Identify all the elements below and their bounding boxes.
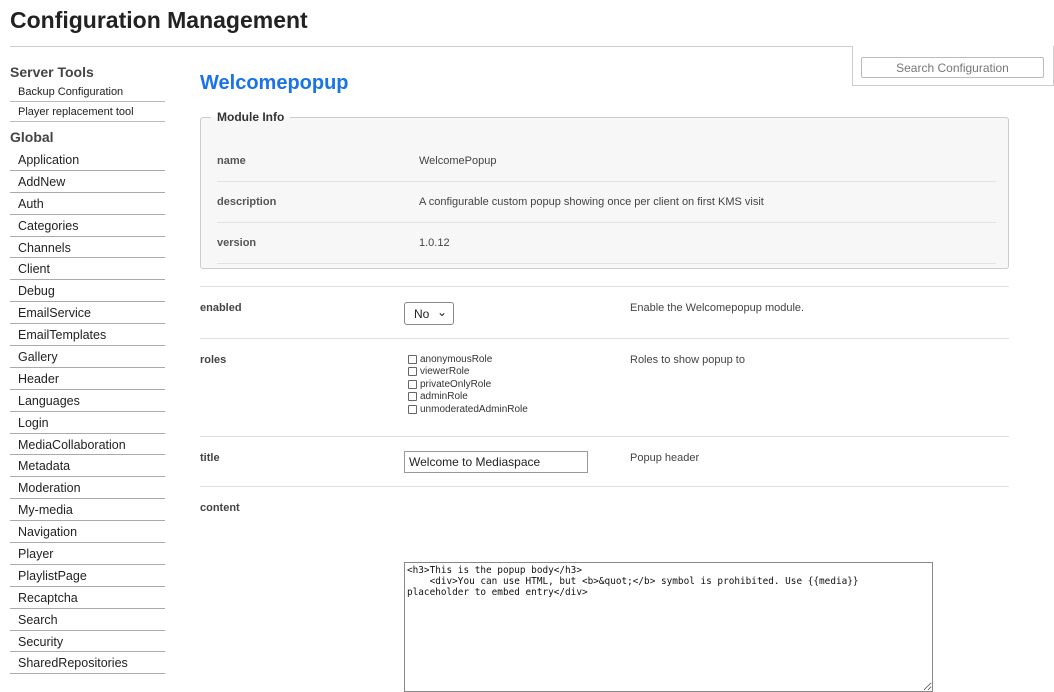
- sidebar-item-backup-configuration[interactable]: Backup Configuration: [10, 82, 165, 102]
- sidebar: Server Tools Backup Configuration Player…: [10, 62, 165, 675]
- sidebar-item-debug[interactable]: Debug: [10, 280, 165, 303]
- search-configuration-input[interactable]: [861, 57, 1044, 78]
- checkbox[interactable]: [408, 404, 417, 414]
- sidebar-item-metadata[interactable]: Metadata: [10, 455, 165, 478]
- sidebar-item-sharedrepositories[interactable]: SharedRepositories: [10, 652, 165, 675]
- sidebar-item-player[interactable]: Player: [10, 543, 165, 565]
- field-description: Popup header: [630, 452, 700, 464]
- sidebar-item-auth[interactable]: Auth: [10, 193, 165, 215]
- sidebar-item-emailtemplates[interactable]: EmailTemplates: [10, 324, 165, 347]
- role-label: adminRole: [420, 391, 468, 403]
- title-input[interactable]: [404, 451, 588, 473]
- module-title: Welcomepopup: [200, 72, 349, 94]
- module-info-legend: Module Info: [217, 110, 285, 124]
- checkbox[interactable]: [408, 379, 417, 389]
- checkbox[interactable]: [408, 367, 417, 377]
- sidebar-item-addnew[interactable]: AddNew: [10, 171, 165, 193]
- sidebar-item-player-replacement-tool[interactable]: Player replacement tool: [10, 102, 165, 122]
- sidebar-header-global: Global: [10, 129, 54, 145]
- field-label: content: [200, 502, 240, 514]
- info-row-name: name WelcomePopup: [217, 141, 996, 182]
- sidebar-item-emailservice[interactable]: EmailService: [10, 302, 165, 325]
- sidebar-item-header[interactable]: Header: [10, 368, 165, 390]
- field-label: roles: [200, 354, 227, 366]
- content-textarea[interactable]: <h3>This is the popup body</h3> <div>You…: [404, 562, 933, 692]
- sidebar-item-gallery[interactable]: Gallery: [10, 346, 165, 368]
- enabled-select-value: No: [414, 307, 430, 321]
- sidebar-item-application[interactable]: Application: [10, 149, 165, 171]
- field-row-roles: roles anonymousRole viewerRole privateOn…: [200, 338, 1009, 437]
- checkbox[interactable]: [408, 354, 417, 364]
- sidebar-item-mediacollaboration[interactable]: MediaCollaboration: [10, 434, 165, 456]
- sidebar-item-categories[interactable]: Categories: [10, 215, 165, 237]
- info-row-description: description A configurable custom popup …: [217, 182, 996, 223]
- sidebar-item-navigation[interactable]: Navigation: [10, 521, 165, 544]
- info-key: version: [217, 237, 257, 249]
- sidebar-item-channels[interactable]: Channels: [10, 237, 165, 259]
- sidebar-header-server-tools: Server Tools: [10, 64, 94, 80]
- module-info-panel: Module Info name WelcomePopup descriptio…: [200, 110, 1009, 269]
- sidebar-item-client[interactable]: Client: [10, 258, 165, 281]
- header-divider: [10, 46, 852, 47]
- field-row-title: title Popup header: [200, 436, 1009, 487]
- role-option-private-only[interactable]: privateOnlyRole: [408, 378, 528, 391]
- role-option-unmoderated-admin[interactable]: unmoderatedAdminRole: [408, 403, 528, 416]
- field-label: title: [200, 452, 220, 464]
- role-label: unmoderatedAdminRole: [420, 403, 528, 415]
- role-option-viewer[interactable]: viewerRole: [408, 366, 528, 379]
- info-value: 1.0.12: [419, 237, 450, 249]
- field-description: Enable the Welcomepopup module.: [630, 302, 805, 314]
- sidebar-item-recaptcha[interactable]: Recaptcha: [10, 587, 165, 609]
- field-label: enabled: [200, 302, 242, 314]
- role-label: anonymousRole: [420, 353, 493, 365]
- sidebar-item-security[interactable]: Security: [10, 631, 165, 653]
- sidebar-item-login[interactable]: Login: [10, 412, 165, 434]
- role-option-anonymous[interactable]: anonymousRole: [408, 353, 528, 366]
- info-key: description: [217, 196, 277, 208]
- chevron-down-icon: ⌄: [436, 305, 447, 319]
- page-title: Configuration Management: [10, 7, 308, 33]
- checkbox[interactable]: [408, 392, 417, 402]
- search-panel: [852, 46, 1054, 86]
- sidebar-item-moderation[interactable]: Moderation: [10, 477, 165, 500]
- sidebar-item-playlistpage[interactable]: PlaylistPage: [10, 565, 165, 587]
- sidebar-item-my-media[interactable]: My-media: [10, 499, 165, 522]
- enabled-select[interactable]: No ⌄: [404, 302, 454, 325]
- roles-checkbox-list: anonymousRole viewerRole privateOnlyRole…: [408, 353, 528, 416]
- info-value: A configurable custom popup showing once…: [419, 196, 764, 208]
- sidebar-item-languages[interactable]: Languages: [10, 390, 165, 412]
- info-value: WelcomePopup: [419, 155, 497, 167]
- sidebar-item-search[interactable]: Search: [10, 609, 165, 631]
- field-description: Roles to show popup to: [630, 354, 745, 366]
- role-option-admin[interactable]: adminRole: [408, 391, 528, 404]
- role-label: privateOnlyRole: [420, 378, 492, 390]
- info-row-version: version 1.0.12: [217, 223, 996, 264]
- role-label: viewerRole: [420, 366, 470, 378]
- info-key: name: [217, 155, 246, 167]
- field-row-enabled: enabled No ⌄ Enable the Welcomepopup mod…: [200, 286, 1009, 339]
